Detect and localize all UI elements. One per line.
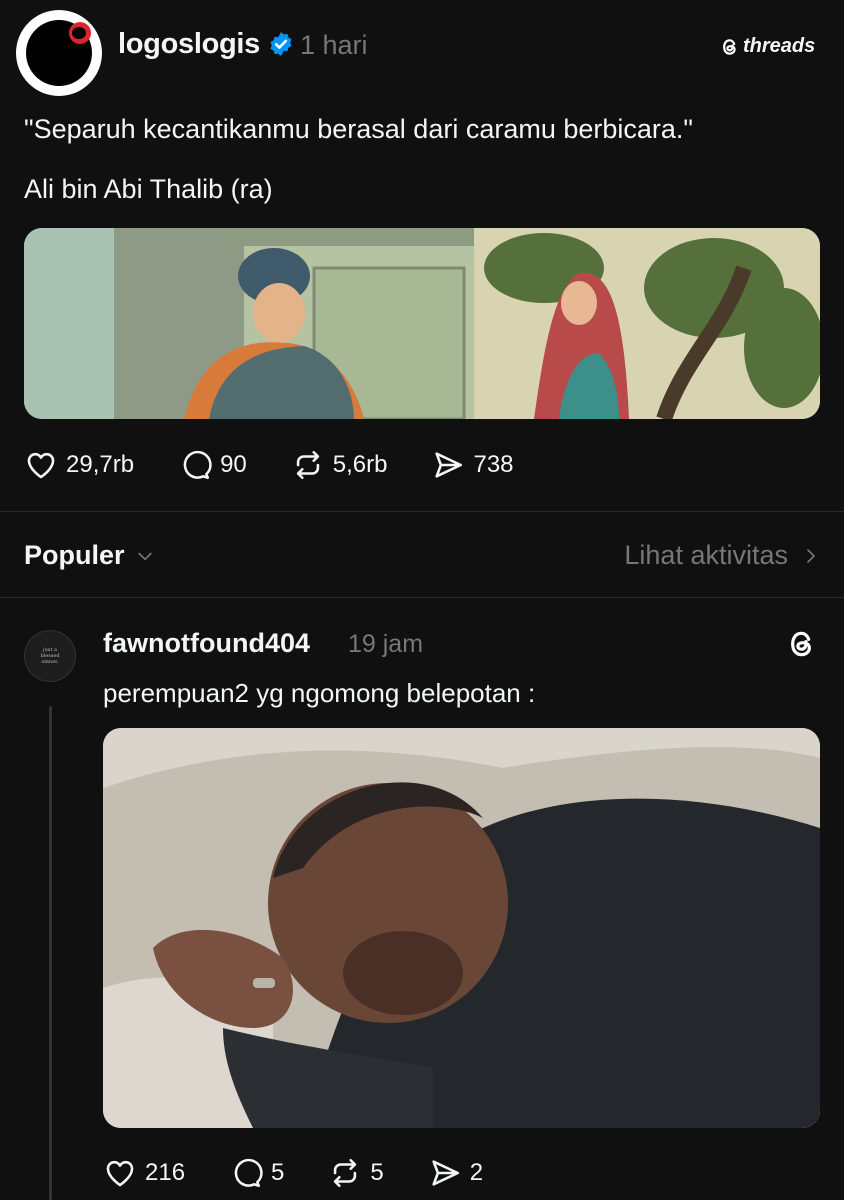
reply-time: 19 jam: [348, 630, 424, 658]
post-time: 1 hari: [300, 30, 368, 60]
share-button[interactable]: 738: [431, 448, 514, 482]
like-count: 29,7rb: [66, 451, 135, 478]
post-username[interactable]: logoslogis: [118, 28, 260, 61]
like-button[interactable]: 29,7rb: [24, 448, 134, 482]
threads-logo-icon: [723, 38, 736, 55]
threads-logo-icon: [791, 631, 811, 657]
reply-text: perempuan2 yg ngomong belepotan :: [103, 678, 536, 708]
reply-avatar-text: just a blessed sinner.: [40, 647, 60, 665]
share-count: 2: [469, 1159, 484, 1186]
post-actions: 29,7rb 90 5,6rb 738: [24, 448, 514, 482]
reply-count: 90: [220, 451, 247, 478]
sort-dropdown[interactable]: Populer: [24, 540, 155, 571]
heart-icon: [27, 452, 55, 479]
share-count: 738: [473, 451, 514, 478]
threads-brand-label: threads: [743, 35, 816, 57]
reply-meme-image[interactable]: [103, 728, 820, 1128]
verified-badge-icon: [270, 32, 292, 56]
post-author-line: Ali bin Abi Thalib (ra): [24, 174, 273, 204]
repost-icon: [334, 1158, 357, 1188]
share-button[interactable]: 2: [428, 1156, 483, 1190]
comment-icon: [183, 450, 212, 480]
like-button[interactable]: 216: [103, 1156, 185, 1190]
post-quote: "Separuh kecantikanmu berasal dari caram…: [24, 114, 694, 144]
repost-icon: [296, 450, 319, 480]
comment-icon: [234, 1158, 263, 1188]
reply-username[interactable]: fawnotfound404: [103, 628, 310, 659]
logo-mark-icon: [69, 22, 91, 44]
divider: [0, 511, 844, 512]
reply-button[interactable]: 5: [229, 1156, 284, 1190]
reply-button[interactable]: 90: [178, 448, 247, 482]
send-icon: [435, 452, 463, 478]
repost-button[interactable]: 5: [328, 1156, 384, 1190]
repost-count: 5,6rb: [332, 451, 388, 478]
view-activity-label: Lihat aktivitas: [624, 540, 788, 570]
reply-actions: 216 5 5 2: [103, 1156, 483, 1190]
like-count: 216: [145, 1159, 186, 1186]
thread-connector-line: [49, 706, 52, 1200]
chevron-right-icon: [807, 548, 815, 563]
repost-button[interactable]: 5,6rb: [291, 448, 388, 482]
reply-avatar[interactable]: just a blessed sinner.: [24, 630, 76, 682]
chevron-down-icon: [137, 552, 152, 560]
send-icon: [432, 1160, 459, 1186]
author-avatar[interactable]: [16, 10, 102, 96]
heart-icon: [106, 1160, 134, 1187]
reply-count: 5: [271, 1159, 285, 1186]
threads-brand: threads: [720, 35, 815, 58]
repost-count: 5: [370, 1159, 384, 1186]
post-illustration-image[interactable]: [24, 228, 820, 419]
divider: [0, 597, 844, 598]
view-activity-link[interactable]: Lihat aktivitas: [624, 540, 820, 571]
sort-label: Populer: [24, 540, 125, 570]
